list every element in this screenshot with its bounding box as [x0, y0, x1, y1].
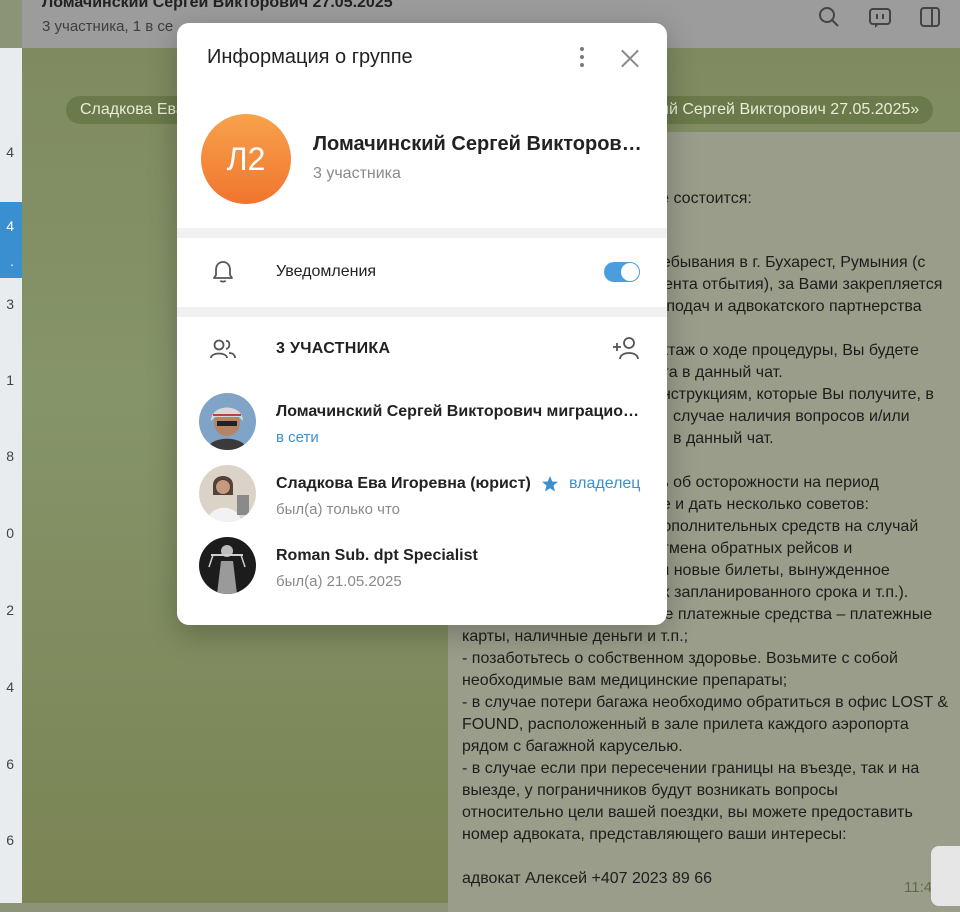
notifications-toggle[interactable]: [604, 262, 640, 282]
section-divider: [177, 228, 667, 238]
owner-star-icon: [542, 476, 558, 492]
member-row[interactable]: Сладкова Ева Игоревна (юрист) был(а) тол…: [177, 459, 667, 531]
add-member-icon[interactable]: [611, 335, 641, 361]
group-member-count: 3 участника: [313, 165, 401, 182]
member-row[interactable]: Ломачинский Сергей Викторович миграционн…: [177, 387, 667, 459]
member-status: был(а) только что: [276, 501, 401, 518]
bell-icon: [213, 261, 233, 283]
members-icon: [210, 339, 236, 359]
members-section-header: 3 УЧАСТНИКА: [276, 340, 391, 357]
member-name: Roman Sub. dpt Specialist: [276, 547, 478, 564]
member-row[interactable]: Roman Sub. dpt Specialist был(а) 21.05.2…: [177, 531, 667, 603]
group-name: Ломачинский Сергей Викторович 27.05.2025: [313, 133, 643, 155]
member-avatar: [199, 465, 256, 522]
close-icon[interactable]: [621, 49, 639, 67]
member-status: был(а) 21.05.2025: [276, 573, 402, 590]
member-avatar: [199, 393, 256, 450]
owner-badge: владелец: [569, 475, 641, 492]
group-info-dialog: Информация о группе Л2 Ломачинский Серге…: [177, 23, 667, 625]
section-divider: [177, 307, 667, 317]
member-status: в сети: [276, 429, 319, 446]
dialog-title: Информация о группе: [207, 46, 413, 68]
member-avatar: [199, 537, 256, 594]
member-name: Сладкова Ева Игоревна (юрист): [276, 475, 531, 492]
group-avatar[interactable]: Л2: [201, 114, 291, 204]
toggle-knob: [621, 263, 639, 281]
member-name: Ломачинский Сергей Викторович миграционн…: [276, 403, 644, 420]
notifications-label: Уведомления: [276, 263, 377, 280]
more-options-icon[interactable]: [575, 45, 589, 69]
